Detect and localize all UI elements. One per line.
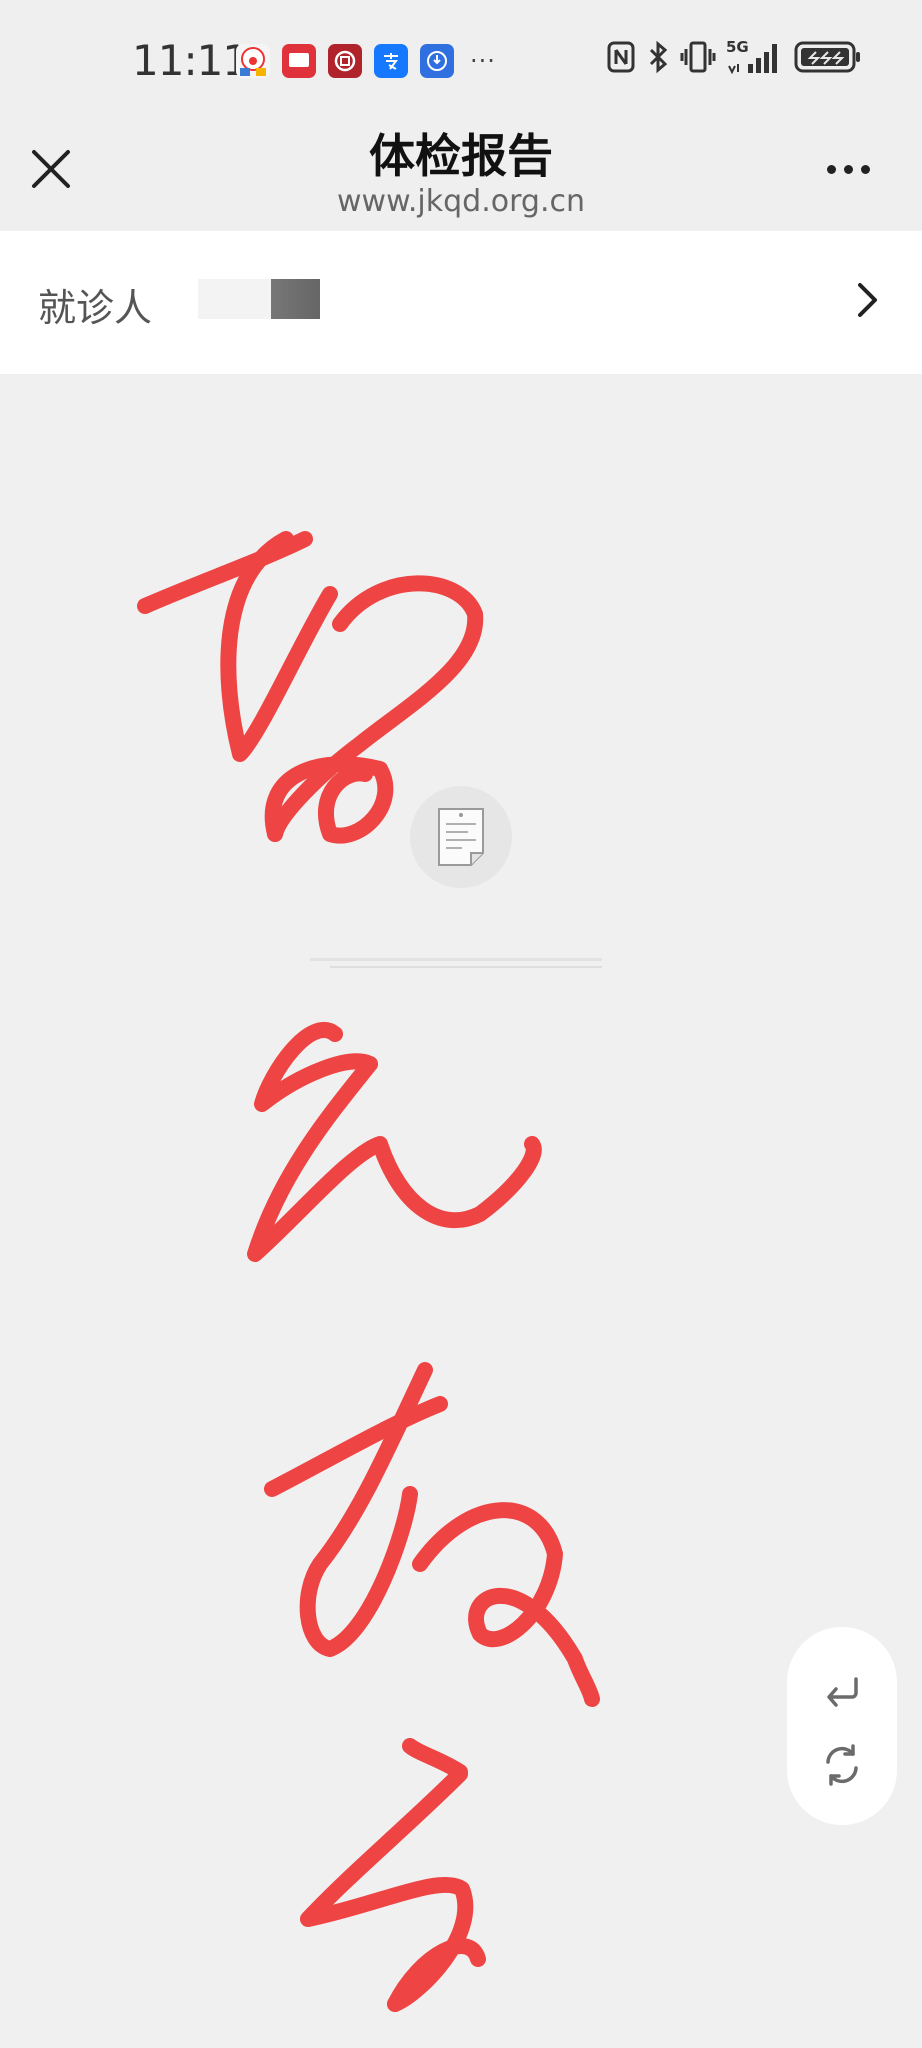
alipay-icon <box>374 44 408 78</box>
return-button[interactable] <box>814 1665 870 1721</box>
floating-toolbar <box>787 1627 897 1825</box>
navigation-header: 体检报告 www.jkqd.org.cn <box>0 120 922 230</box>
system-icons: 5G <box>606 38 862 74</box>
bluetooth-icon <box>649 40 668 74</box>
chevron-right-icon <box>842 275 892 325</box>
page-url: www.jkqd.org.cn <box>337 184 585 219</box>
nfc-icon <box>607 41 635 73</box>
status-bar: 11:11 ··· 5G <box>0 0 922 120</box>
patient-name-redacted <box>198 279 320 319</box>
more-notifications-icon: ··· <box>470 47 496 75</box>
menu-dot <box>843 164 853 174</box>
report-content <box>0 374 922 2048</box>
handwritten-scribble <box>137 531 600 2012</box>
document-icon <box>438 808 484 866</box>
status-time: 11:11 <box>132 36 249 85</box>
page-title: 体检报告 <box>369 129 553 183</box>
menu-dot <box>860 164 870 174</box>
more-menu-button[interactable] <box>818 154 878 184</box>
refresh-icon <box>826 1744 858 1786</box>
bank-app-icon <box>328 44 362 78</box>
battery-icon <box>794 41 860 73</box>
menu-dot <box>826 164 836 174</box>
clown-app-icon <box>236 44 270 78</box>
return-icon <box>827 1677 858 1707</box>
notification-icons: ··· <box>236 44 496 78</box>
red-square-app-icon <box>282 44 316 78</box>
vibrate-icon <box>680 41 716 73</box>
patient-selector[interactable]: 就诊人 <box>0 231 922 374</box>
blue-app-icon <box>420 44 454 78</box>
patient-label: 就诊人 <box>38 286 153 330</box>
empty-state-document <box>410 786 512 888</box>
empty-caption-blurred <box>310 958 602 968</box>
signal-icon: 5G <box>726 38 784 74</box>
refresh-button[interactable] <box>814 1737 870 1793</box>
